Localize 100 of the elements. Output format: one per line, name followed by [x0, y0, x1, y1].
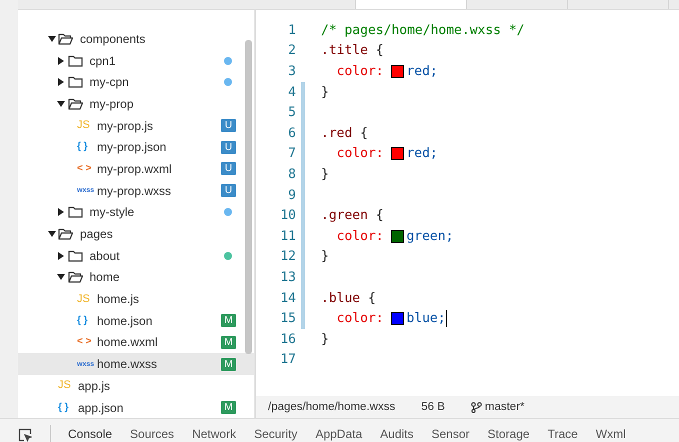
- open-folder-icon: [58, 32, 73, 45]
- git-status-badge: M: [221, 336, 236, 349]
- code-line: .red {: [321, 126, 368, 141]
- git-status-badge: U: [221, 184, 236, 198]
- tree-item[interactable]: { } app.json M: [18, 396, 254, 418]
- line-number: 8: [287, 166, 296, 182]
- line-number: 17: [279, 352, 296, 368]
- tree-item[interactable]: pages: [18, 223, 254, 245]
- line-number: 11: [279, 228, 296, 244]
- file-name: my-prop.wxss: [97, 184, 172, 198]
- file-name: app.js: [78, 378, 112, 393]
- open-folder-icon: [58, 228, 73, 240]
- file-name: home.js: [97, 292, 140, 306]
- tree-item[interactable]: { } home.json M: [18, 310, 254, 332]
- scrollbar-thumb[interactable]: [245, 40, 252, 354]
- tree-item[interactable]: home: [18, 266, 254, 288]
- open-folder-icon: [68, 271, 82, 284]
- angle-brackets-file-icon: < >: [77, 164, 92, 174]
- expanded-caret-icon[interactable]: [57, 100, 65, 107]
- tree-item[interactable]: about: [18, 244, 254, 267]
- code-line: }: [321, 84, 329, 100]
- tree-item[interactable]: < > home.wxml M: [18, 332, 254, 354]
- tree-item[interactable]: < > my-prop.wxml U: [18, 158, 254, 180]
- expanded-caret-icon[interactable]: [48, 36, 56, 42]
- tree-item[interactable]: my-cpn: [18, 71, 254, 94]
- line-number: 6: [287, 126, 296, 141]
- code-line: color: green;: [336, 228, 454, 244]
- file-name: my-style: [90, 205, 136, 220]
- line-number: 2: [287, 43, 296, 58]
- js-file-icon: JS: [58, 380, 71, 392]
- line-number: 5: [287, 105, 296, 120]
- git-status-badge: M: [221, 401, 236, 414]
- file-name: cpn1: [90, 54, 117, 68]
- git-status-badge: U: [221, 140, 236, 154]
- tree-item[interactable]: { } my-prop.json U: [18, 136, 254, 158]
- devtools-tab[interactable]: Console: [59, 419, 122, 442]
- folder-icon: [68, 206, 82, 218]
- file-name: my-prop.js: [97, 118, 154, 133]
- line-number: 9: [287, 188, 296, 203]
- line-number: 1: [287, 22, 296, 38]
- file-name: about: [90, 248, 121, 263]
- devtools-tab[interactable]: Sensor: [422, 419, 479, 442]
- js-file-icon: JS: [77, 120, 90, 132]
- code-line: /* pages/home/home.wxss */: [321, 22, 524, 38]
- tree-item[interactable]: cpn1: [18, 50, 254, 72]
- expanded-caret-icon[interactable]: [57, 274, 65, 280]
- code-line: .title {: [321, 43, 384, 58]
- git-status-badge: U: [221, 119, 236, 132]
- inspect-element-icon[interactable]: [18, 428, 32, 442]
- file-name: home.json: [97, 314, 154, 328]
- code-line: color: red;: [336, 146, 438, 162]
- line-number: 7: [287, 146, 296, 162]
- braces-file-icon: { }: [77, 316, 88, 326]
- collapsed-caret-icon[interactable]: [58, 252, 64, 260]
- code-line: .blue {: [321, 290, 376, 306]
- devtools-tab[interactable]: Network: [183, 419, 246, 442]
- line-number: 14: [279, 290, 296, 306]
- open-folder-icon: [68, 98, 82, 110]
- color-swatch[interactable]: [391, 64, 404, 78]
- line-number: 16: [279, 332, 296, 347]
- braces-file-icon: { }: [58, 402, 69, 413]
- js-file-icon: JS: [77, 294, 90, 305]
- tree-item[interactable]: components: [18, 28, 254, 50]
- devtools-tab[interactable]: Audits: [371, 419, 422, 442]
- devtools-tab[interactable]: Wxml: [586, 419, 635, 442]
- devtools-tab[interactable]: AppData: [306, 419, 372, 442]
- branch-name: master*: [484, 401, 524, 414]
- line-number: 12: [279, 249, 296, 264]
- file-name: my-cpn: [90, 75, 130, 90]
- color-swatch[interactable]: [391, 230, 404, 243]
- file-name: home.wxml: [97, 335, 159, 350]
- color-swatch[interactable]: [391, 312, 404, 326]
- tree-item[interactable]: my-prop: [18, 93, 254, 115]
- code-line: }: [321, 332, 329, 347]
- tree-item[interactable]: JS home.js: [18, 288, 254, 310]
- expanded-caret-icon[interactable]: [48, 231, 56, 238]
- code-line: }: [321, 249, 329, 264]
- folder-icon: [68, 54, 82, 67]
- code-line: }: [321, 166, 329, 182]
- tree-item[interactable]: JS my-prop.js U: [18, 114, 254, 136]
- devtools-tab[interactable]: Security: [245, 419, 306, 442]
- file-name: my-prop.json: [97, 140, 168, 154]
- git-status-badge: M: [221, 314, 236, 328]
- collapsed-caret-icon[interactable]: [58, 56, 64, 65]
- devtools-tab[interactable]: Sources: [121, 419, 184, 442]
- line-number: 4: [287, 84, 296, 100]
- devtools-tab[interactable]: Storage: [478, 419, 539, 442]
- angle-brackets-file-icon: < >: [77, 337, 92, 348]
- color-swatch[interactable]: [391, 147, 404, 160]
- line-number: 15: [279, 311, 296, 326]
- collapsed-caret-icon[interactable]: [58, 208, 64, 216]
- code-line: .green {: [321, 208, 384, 224]
- devtools-tab[interactable]: Trace: [538, 419, 587, 442]
- file-name: my-prop.wxml: [97, 162, 173, 176]
- tree-item[interactable]: JS app.js: [18, 375, 254, 397]
- file-name: home: [90, 270, 121, 284]
- tree-item[interactable]: my-style: [18, 202, 254, 224]
- git-status-badge: U: [221, 162, 236, 176]
- git-branch-icon: [470, 402, 482, 413]
- collapsed-caret-icon[interactable]: [58, 78, 64, 86]
